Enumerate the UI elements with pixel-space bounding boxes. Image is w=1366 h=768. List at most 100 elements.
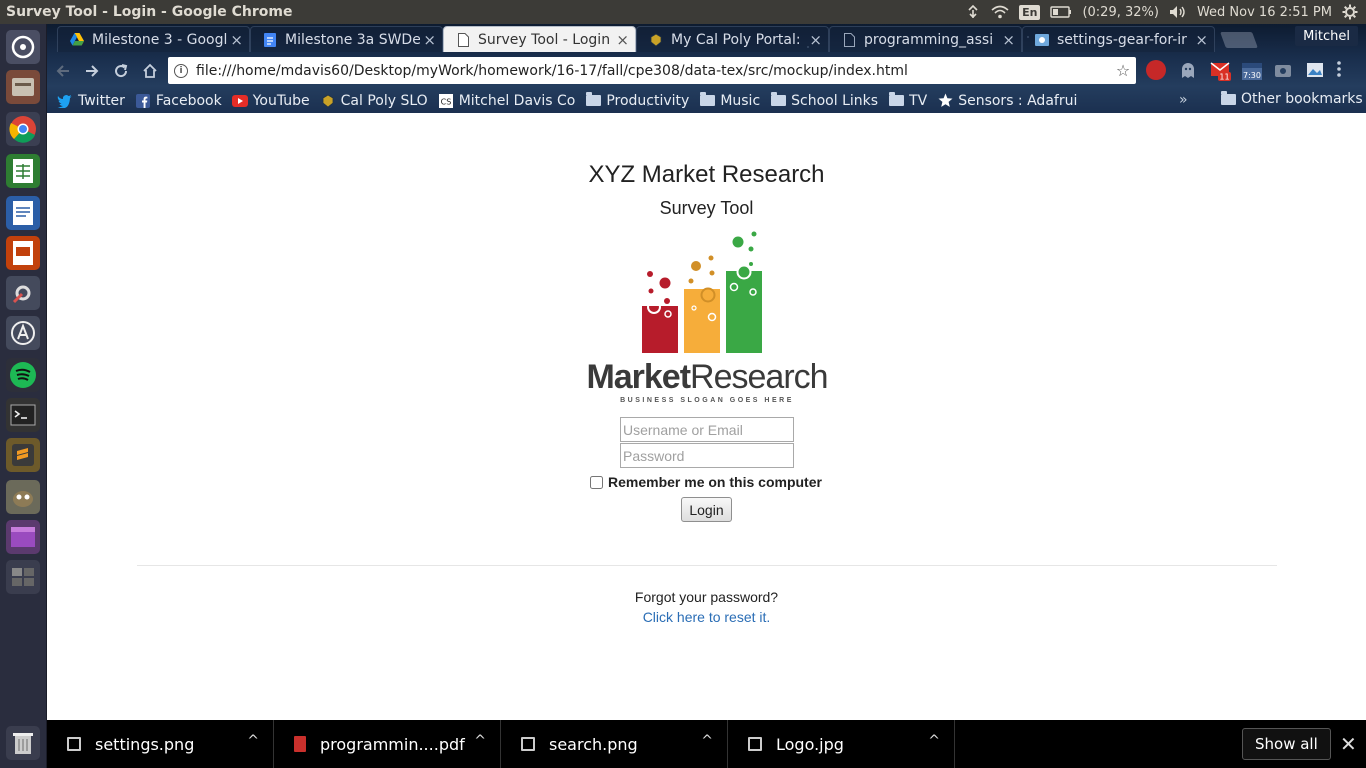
ghostery-extension-icon[interactable] bbox=[1178, 60, 1198, 80]
tab-milestone-3[interactable]: Milestone 3 - Googl × bbox=[57, 26, 250, 52]
tab-programming-assignment[interactable]: programming_assi × bbox=[829, 26, 1022, 52]
system-settings-icon[interactable] bbox=[6, 276, 40, 310]
facebook-icon bbox=[135, 93, 151, 109]
unity-launcher bbox=[0, 24, 47, 768]
wifi-icon[interactable] bbox=[991, 5, 1009, 19]
remember-me-label[interactable]: Remember me on this computer bbox=[590, 474, 822, 490]
new-tab-button[interactable] bbox=[1220, 32, 1258, 48]
keyboard-language-indicator[interactable]: En bbox=[1019, 4, 1041, 20]
chevron-up-icon[interactable]: ^ bbox=[247, 733, 259, 749]
bookmark-youtube[interactable]: YouTube bbox=[231, 93, 310, 109]
forward-button[interactable] bbox=[79, 58, 105, 84]
show-desktop-icon[interactable] bbox=[6, 560, 40, 594]
folder-icon bbox=[888, 92, 904, 109]
writer-icon[interactable] bbox=[6, 196, 40, 230]
volume-icon[interactable] bbox=[1169, 5, 1187, 19]
download-item[interactable]: Logo.jpg ^ bbox=[728, 720, 955, 768]
software-center-icon[interactable] bbox=[6, 316, 40, 350]
reset-password-link[interactable]: Click here to reset it. bbox=[47, 609, 1366, 625]
remember-me-checkbox[interactable] bbox=[590, 475, 603, 489]
workspace-switcher-icon[interactable] bbox=[6, 520, 40, 554]
ublock-extension-icon[interactable] bbox=[1146, 60, 1166, 80]
screenshot-extension-icon[interactable] bbox=[1273, 60, 1293, 80]
username-input[interactable] bbox=[620, 417, 794, 442]
impress-icon[interactable] bbox=[6, 236, 40, 270]
google-drive-icon bbox=[70, 33, 84, 47]
bookmark-folder-productivity[interactable]: Productivity bbox=[585, 92, 689, 109]
trash-icon[interactable] bbox=[6, 726, 40, 760]
image-file-icon bbox=[748, 737, 762, 751]
gmail-extension-icon[interactable]: 11 bbox=[1210, 60, 1231, 82]
address-url: file:///home/mdavis60/Desktop/myWork/hom… bbox=[196, 62, 908, 79]
tab-close-icon[interactable]: × bbox=[616, 31, 629, 49]
download-item[interactable]: programmin....pdf ^ bbox=[274, 720, 501, 768]
address-bar[interactable]: i file:///home/mdavis60/Desktop/myWork/h… bbox=[168, 57, 1136, 84]
calendar-extension-icon[interactable]: 7:30 bbox=[1241, 60, 1262, 80]
network-indicator-icon[interactable] bbox=[965, 4, 981, 20]
battery-status: (0:29, 32%) bbox=[1082, 4, 1159, 20]
tab-close-icon[interactable]: × bbox=[423, 31, 436, 49]
forgot-password-text: Forgot your password? bbox=[634, 589, 779, 605]
image-extension-icon[interactable] bbox=[1305, 60, 1325, 80]
chevron-up-icon[interactable]: ^ bbox=[928, 733, 940, 749]
clock[interactable]: Wed Nov 16 2:51 PM bbox=[1197, 5, 1332, 20]
reload-button[interactable] bbox=[108, 58, 134, 84]
dash-home-icon[interactable] bbox=[6, 30, 40, 64]
market-research-logo: MarketResearch BUSINESS SLOGAN GOES HERE bbox=[567, 231, 847, 409]
profile-button[interactable]: Mitchel bbox=[1295, 26, 1358, 46]
bookmark-folder-tv[interactable]: TV bbox=[888, 92, 927, 109]
back-button[interactable] bbox=[50, 58, 76, 84]
bookmark-mitchel-davis[interactable]: CS Mitchel Davis Co bbox=[438, 93, 575, 109]
cal-poly-icon bbox=[649, 33, 663, 47]
chevron-up-icon[interactable]: ^ bbox=[474, 733, 486, 749]
chrome-icon[interactable] bbox=[6, 112, 40, 146]
bookmark-star-icon[interactable]: ☆ bbox=[1110, 61, 1136, 80]
chevron-up-icon[interactable]: ^ bbox=[701, 733, 713, 749]
window-title: Survey Tool - Login - Google Chrome bbox=[6, 4, 293, 20]
other-bookmarks-folder[interactable]: Other bookmarks bbox=[1220, 90, 1363, 107]
spotify-icon[interactable] bbox=[6, 358, 40, 392]
gimp-icon[interactable] bbox=[6, 480, 40, 514]
bookmark-facebook[interactable]: Facebook bbox=[135, 93, 222, 109]
reload-icon bbox=[115, 64, 128, 78]
folder-icon bbox=[585, 92, 601, 109]
sublime-text-icon[interactable] bbox=[6, 438, 40, 472]
bookmark-twitter[interactable]: Twitter bbox=[57, 93, 125, 109]
site-info-icon[interactable]: i bbox=[174, 63, 188, 78]
show-all-downloads-button[interactable]: Show all bbox=[1242, 728, 1331, 760]
system-top-bar: Survey Tool - Login - Google Chrome En (… bbox=[0, 0, 1366, 24]
tab-close-icon[interactable]: × bbox=[809, 31, 822, 49]
password-input[interactable] bbox=[620, 443, 794, 468]
battery-icon[interactable] bbox=[1050, 6, 1072, 18]
bookmark-cal-poly-slo[interactable]: Cal Poly SLO bbox=[320, 93, 428, 109]
tab-settings-gear[interactable]: settings-gear-for-ir × bbox=[1022, 26, 1215, 52]
cs-icon: CS bbox=[438, 93, 454, 109]
tab-close-icon[interactable]: × bbox=[1002, 31, 1015, 49]
bookmark-folder-music[interactable]: Music bbox=[699, 92, 760, 109]
power-gear-icon[interactable] bbox=[1342, 4, 1358, 20]
terminal-icon[interactable] bbox=[6, 398, 40, 432]
download-item[interactable]: search.png ^ bbox=[501, 720, 728, 768]
home-button[interactable] bbox=[137, 58, 163, 84]
tab-close-icon[interactable]: × bbox=[230, 31, 243, 49]
youtube-icon bbox=[231, 93, 248, 109]
bookmarks-overflow-chevron[interactable]: » bbox=[1179, 92, 1188, 108]
tab-my-cal-poly-portal[interactable]: My Cal Poly Portal: × bbox=[636, 26, 829, 52]
bookmark-sensors-adafruit[interactable]: Sensors : Adafrui bbox=[937, 93, 1077, 109]
tab-close-icon[interactable]: × bbox=[1195, 31, 1208, 49]
chrome-menu-icon[interactable] bbox=[1337, 60, 1341, 80]
tab-milestone-3a[interactable]: Milestone 3a SWDe × bbox=[250, 26, 443, 52]
download-item[interactable]: settings.png ^ bbox=[47, 720, 274, 768]
logo-wordmark: MarketResearch bbox=[586, 358, 828, 396]
arrow-right-icon bbox=[86, 65, 99, 77]
downloads-bar: settings.png ^ programmin....pdf ^ searc… bbox=[47, 720, 1366, 768]
page-title: XYZ Market Research bbox=[588, 161, 825, 188]
files-icon[interactable] bbox=[6, 70, 40, 104]
calendar-time-badge: 7:30 bbox=[1243, 71, 1261, 80]
tab-survey-tool-login[interactable]: Survey Tool - Login × bbox=[443, 26, 636, 52]
logo-slogan: BUSINESS SLOGAN GOES HERE bbox=[620, 397, 794, 404]
bookmark-folder-school-links[interactable]: School Links bbox=[770, 92, 878, 109]
login-button[interactable]: Login bbox=[681, 497, 732, 522]
spreadsheet-icon[interactable] bbox=[6, 154, 40, 188]
close-downloads-bar-icon[interactable]: ✕ bbox=[1340, 732, 1357, 756]
